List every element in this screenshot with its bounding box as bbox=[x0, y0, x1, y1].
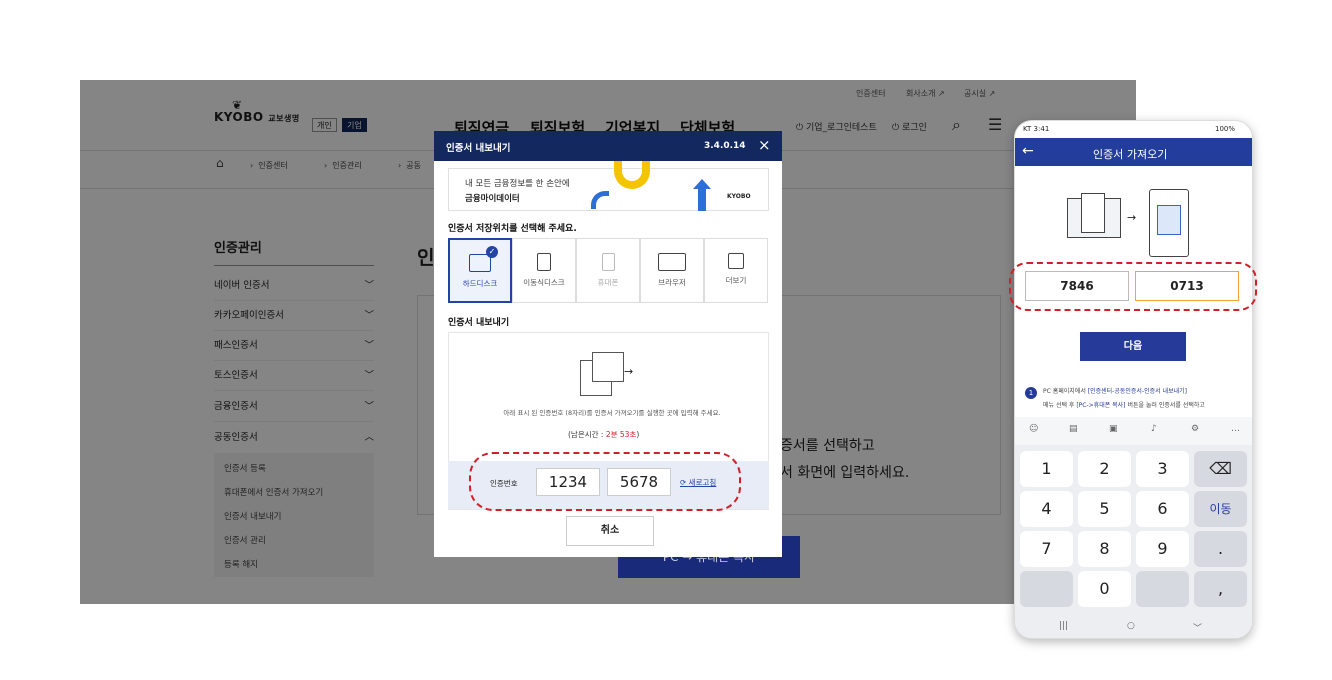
keypad-key-1[interactable]: 2 bbox=[1078, 451, 1131, 487]
keypad-key-9[interactable]: 8 bbox=[1078, 531, 1131, 567]
keypad-key-0[interactable]: 1 bbox=[1020, 451, 1073, 487]
highlight-outline bbox=[469, 452, 741, 511]
keyboard-toolbar: ☺ ▤ ▣ ♪ ⚙ … bbox=[1015, 417, 1252, 445]
location-label: 인증서 저장위치를 선택해 주세요. bbox=[448, 224, 577, 234]
usb-drive-icon bbox=[537, 253, 551, 271]
status-bar-left: KT 3:41 bbox=[1023, 125, 1050, 133]
location-removable[interactable]: 이동식디스크 bbox=[512, 238, 576, 303]
up-arrow-icon bbox=[693, 179, 711, 189]
banner-text: 내 모든 금융정보를 한 손안에 bbox=[465, 179, 570, 189]
mic-icon[interactable]: ♪ bbox=[1151, 424, 1157, 434]
dialog-title: 인증서 내보내기 bbox=[446, 143, 511, 154]
phone-header: ← 인증서 가져오기 bbox=[1015, 138, 1252, 166]
mydata-banner[interactable]: 내 모든 금융정보를 한 손안에 금융마이데이터 KYOBO bbox=[448, 161, 769, 211]
notice-number: 1 bbox=[1025, 387, 1037, 399]
phone-screen: KT 3:41 100% ← 인증서 가져오기 → 7846 0713 다음 1… bbox=[1014, 120, 1253, 639]
export-window-icon bbox=[592, 352, 624, 382]
browser-icon bbox=[658, 253, 686, 271]
export-label: 인증서 내보내기 bbox=[448, 318, 510, 328]
cancel-button[interactable]: 취소 bbox=[566, 516, 654, 546]
banner-logo: KYOBO bbox=[727, 193, 751, 200]
home-nav-icon[interactable]: ○ bbox=[1127, 621, 1135, 631]
keypad-key-13[interactable]: 0 bbox=[1078, 571, 1131, 607]
location-label-0: 하드디스크 bbox=[462, 279, 498, 288]
document-icon bbox=[1081, 193, 1105, 233]
keypad-key-12[interactable] bbox=[1020, 571, 1073, 607]
more-icon[interactable]: … bbox=[1231, 424, 1240, 434]
notice-line-2: 메뉴 선택 후 [PC->휴대폰 복사] 버튼을 눌러 인증서를 선택하고 bbox=[1043, 402, 1205, 409]
banner-subtext: 금융마이데이터 bbox=[465, 194, 520, 204]
location-phone[interactable]: 휴대폰 bbox=[576, 238, 640, 303]
nav-bar: ||| ○ ﹀ bbox=[1015, 615, 1252, 638]
arrow-graphic-icon bbox=[591, 191, 609, 209]
close-icon[interactable]: × bbox=[758, 136, 771, 154]
settings-gear-icon[interactable]: ⚙ bbox=[1191, 424, 1199, 434]
status-bar-right: 100% bbox=[1215, 125, 1236, 133]
location-more[interactable]: 더보기 bbox=[704, 238, 768, 303]
sticker-icon[interactable]: ▣ bbox=[1109, 424, 1118, 434]
version-label: 3.4.0.14 bbox=[704, 141, 746, 151]
keypad-key-4[interactable]: 4 bbox=[1020, 491, 1073, 527]
check-icon: ✓ bbox=[486, 246, 498, 258]
keypad-key-14[interactable] bbox=[1136, 571, 1189, 607]
back-arrow-icon[interactable]: ← bbox=[1022, 143, 1034, 159]
up-arrow-bar bbox=[698, 189, 706, 211]
keypad-key-11[interactable]: . bbox=[1194, 531, 1247, 567]
keypad-key-5[interactable]: 5 bbox=[1078, 491, 1131, 527]
keypad-key-3[interactable]: ⌫ bbox=[1194, 451, 1247, 487]
keypad-key-15[interactable]: , bbox=[1194, 571, 1247, 607]
recents-icon[interactable]: ||| bbox=[1059, 621, 1068, 631]
location-label-2: 휴대폰 bbox=[597, 278, 619, 287]
location-label-4: 더보기 bbox=[725, 276, 747, 285]
keypad-key-6[interactable]: 6 bbox=[1136, 491, 1189, 527]
phone-highlight-outline bbox=[1009, 262, 1257, 311]
location-browser[interactable]: 브라우저 bbox=[640, 238, 704, 303]
phone-title: 인증서 가져오기 bbox=[1093, 148, 1168, 161]
plus-icon bbox=[728, 253, 744, 269]
keypad-key-10[interactable]: 9 bbox=[1136, 531, 1189, 567]
donut-graphic-icon bbox=[614, 161, 650, 189]
dialog-header: 인증서 내보내기 3.4.0.14 × bbox=[434, 131, 782, 161]
next-button[interactable]: 다음 bbox=[1080, 332, 1186, 361]
location-harddisk[interactable]: ✓ 하드디스크 bbox=[448, 238, 512, 303]
notice-line-1: PC 홈페이지에서 [인증센터-공동인증서-인증서 내보내기] bbox=[1043, 388, 1187, 395]
location-label-1: 이동식디스크 bbox=[523, 278, 565, 287]
phone-icon bbox=[601, 253, 615, 271]
clipboard-icon[interactable]: ▤ bbox=[1069, 424, 1078, 434]
transfer-arrow-icon: → bbox=[1127, 211, 1137, 224]
remaining-time: (남은시간 : 2분 53초) bbox=[568, 430, 640, 439]
keypad-key-2[interactable]: 3 bbox=[1136, 451, 1189, 487]
phone-document-icon bbox=[1157, 205, 1181, 235]
instruction-text: 아래 표시 된 인증번호 (8자리)를 인증서 가져오기를 실행한 곳에 입력해… bbox=[503, 409, 721, 417]
keypad-key-8[interactable]: 7 bbox=[1020, 531, 1073, 567]
location-label-3: 브라우저 bbox=[658, 278, 686, 287]
emoji-icon[interactable]: ☺ bbox=[1029, 424, 1038, 434]
back-nav-icon[interactable]: ﹀ bbox=[1193, 621, 1202, 634]
export-arrow-icon: → bbox=[624, 365, 634, 378]
keypad-key-7[interactable]: 이동 bbox=[1194, 491, 1247, 527]
